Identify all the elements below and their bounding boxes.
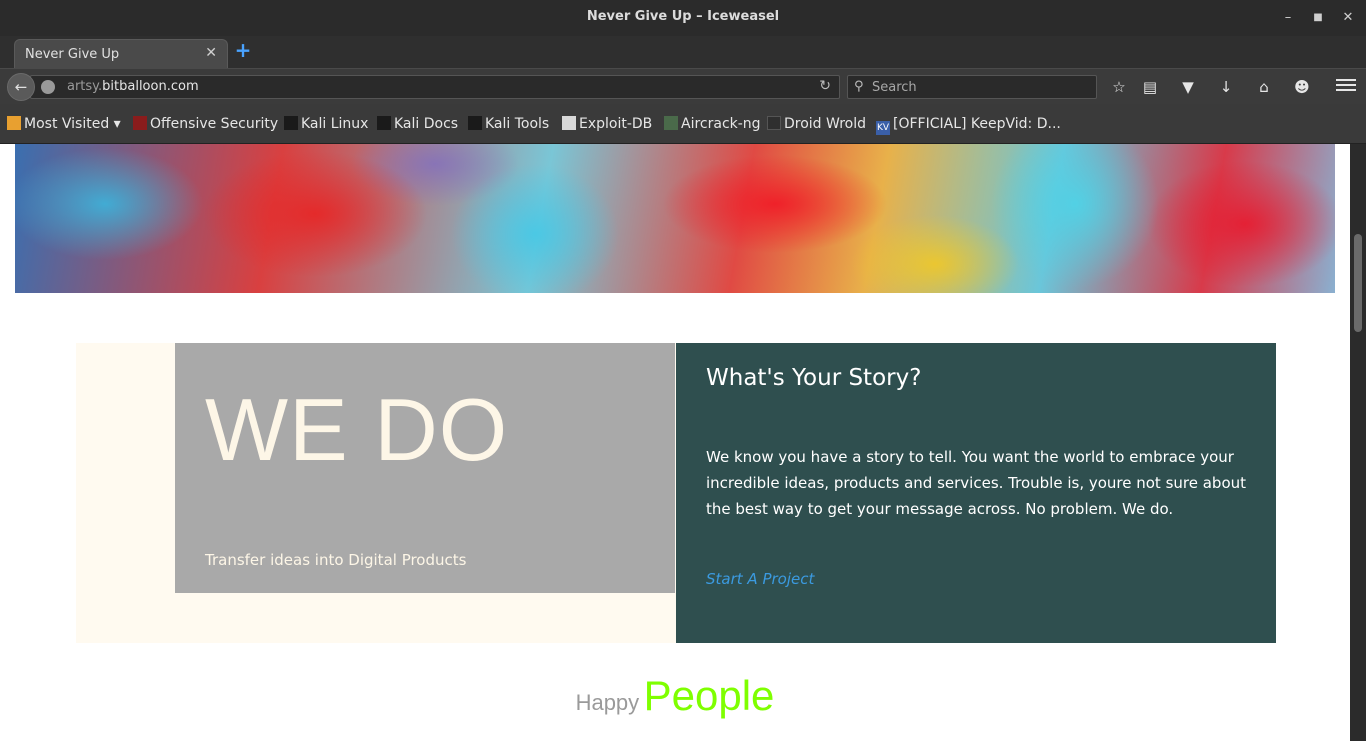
bookmark-offensive-security[interactable]: Offensive Security [133,116,278,132]
keepvid-icon: KV [876,121,890,135]
close-tab-icon[interactable]: ✕ [205,45,217,61]
we-do-heading: WE DO [205,380,509,479]
hero-banner-image [15,144,1335,293]
bookmark-most-visited[interactable]: Most Visited ▾ [7,116,121,132]
folder-icon [7,116,21,130]
url-bar[interactable]: artsy.bitballoon.com ↻ [30,75,840,99]
start-project-link[interactable]: Start A Project [706,570,814,588]
url-text[interactable]: artsy.bitballoon.com [67,79,199,94]
window-title: Never Give Up – Iceweasel [586,9,780,24]
new-tab-button[interactable]: + [233,40,253,60]
kali-icon [284,116,298,130]
minimize-button[interactable]: – [1279,9,1297,27]
we-do-panel: WE DO Transfer ideas into Digital Produc… [175,343,675,593]
offsec-icon [133,116,147,130]
downloads-icon[interactable]: ↓ [1216,77,1236,97]
page-scrollbar[interactable] [1350,144,1366,741]
home-icon[interactable]: ⌂ [1254,77,1274,97]
back-button[interactable]: ← [7,73,35,101]
search-box[interactable]: ⚲ [847,75,1097,99]
reading-list-icon[interactable]: ▤ [1140,77,1160,97]
pocket-icon[interactable]: ▼ [1178,77,1198,97]
close-window-button[interactable]: ✕ [1339,9,1357,27]
maximize-button[interactable]: ■ [1309,9,1327,27]
scrollbar-thumb[interactable] [1354,234,1362,332]
url-domain: bitballoon.com [102,79,199,94]
bookmark-aircrack-ng[interactable]: Aircrack-ng [664,116,761,132]
reload-icon[interactable]: ↻ [819,78,831,94]
menu-icon[interactable] [1336,76,1356,96]
tab-title: Never Give Up [25,47,120,62]
happy-word: Happy [575,690,640,715]
tab-never-give-up[interactable]: Never Give Up ✕ [14,39,228,68]
window-titlebar: Never Give Up – Iceweasel – ■ ✕ [0,0,1366,36]
story-body: We know you have a story to tell. You wa… [706,448,1247,518]
globe-icon [41,80,55,94]
search-icon: ⚲ [854,79,864,94]
story-section: WE DO Transfer ideas into Digital Produc… [76,343,1276,643]
chat-icon[interactable]: ☻ [1292,77,1312,97]
we-do-subheading: Transfer ideas into Digital Products [205,551,467,569]
bookmark-kali-tools[interactable]: Kali Tools [468,116,549,132]
kali-icon [377,116,391,130]
bookmark-exploit-db[interactable]: Exploit-DB [562,116,652,132]
story-title: What's Your Story? [706,365,922,391]
bookmarks-toolbar: Most Visited ▾ Offensive Security Kali L… [0,104,1366,144]
aircrack-icon [664,116,678,130]
people-word: People [643,672,775,719]
bookmark-droid-wrold[interactable]: Droid Wrold [767,116,866,132]
bookmark-keepvid[interactable]: KV [OFFICIAL] KeepVid: D... [876,116,1061,135]
page-icon [767,116,781,130]
navigation-toolbar: artsy.bitballoon.com ↻ ← ⚲ ☆ ▤ ▼ ↓ ⌂ ☻ [0,68,1366,104]
happy-people-heading: Happy People [0,672,1350,720]
page-content: WE DO Transfer ideas into Digital Produc… [0,144,1350,741]
bookmark-star-icon[interactable]: ☆ [1109,77,1129,97]
exploit-db-icon [562,116,576,130]
bookmark-kali-linux[interactable]: Kali Linux [284,116,368,132]
kali-icon [468,116,482,130]
url-prefix: artsy. [67,79,103,94]
bookmark-kali-docs[interactable]: Kali Docs [377,116,458,132]
search-input[interactable] [872,78,1087,96]
story-panel: What's Your Story? We know you have a st… [676,343,1276,643]
tab-strip: Never Give Up ✕ + [0,36,1366,68]
